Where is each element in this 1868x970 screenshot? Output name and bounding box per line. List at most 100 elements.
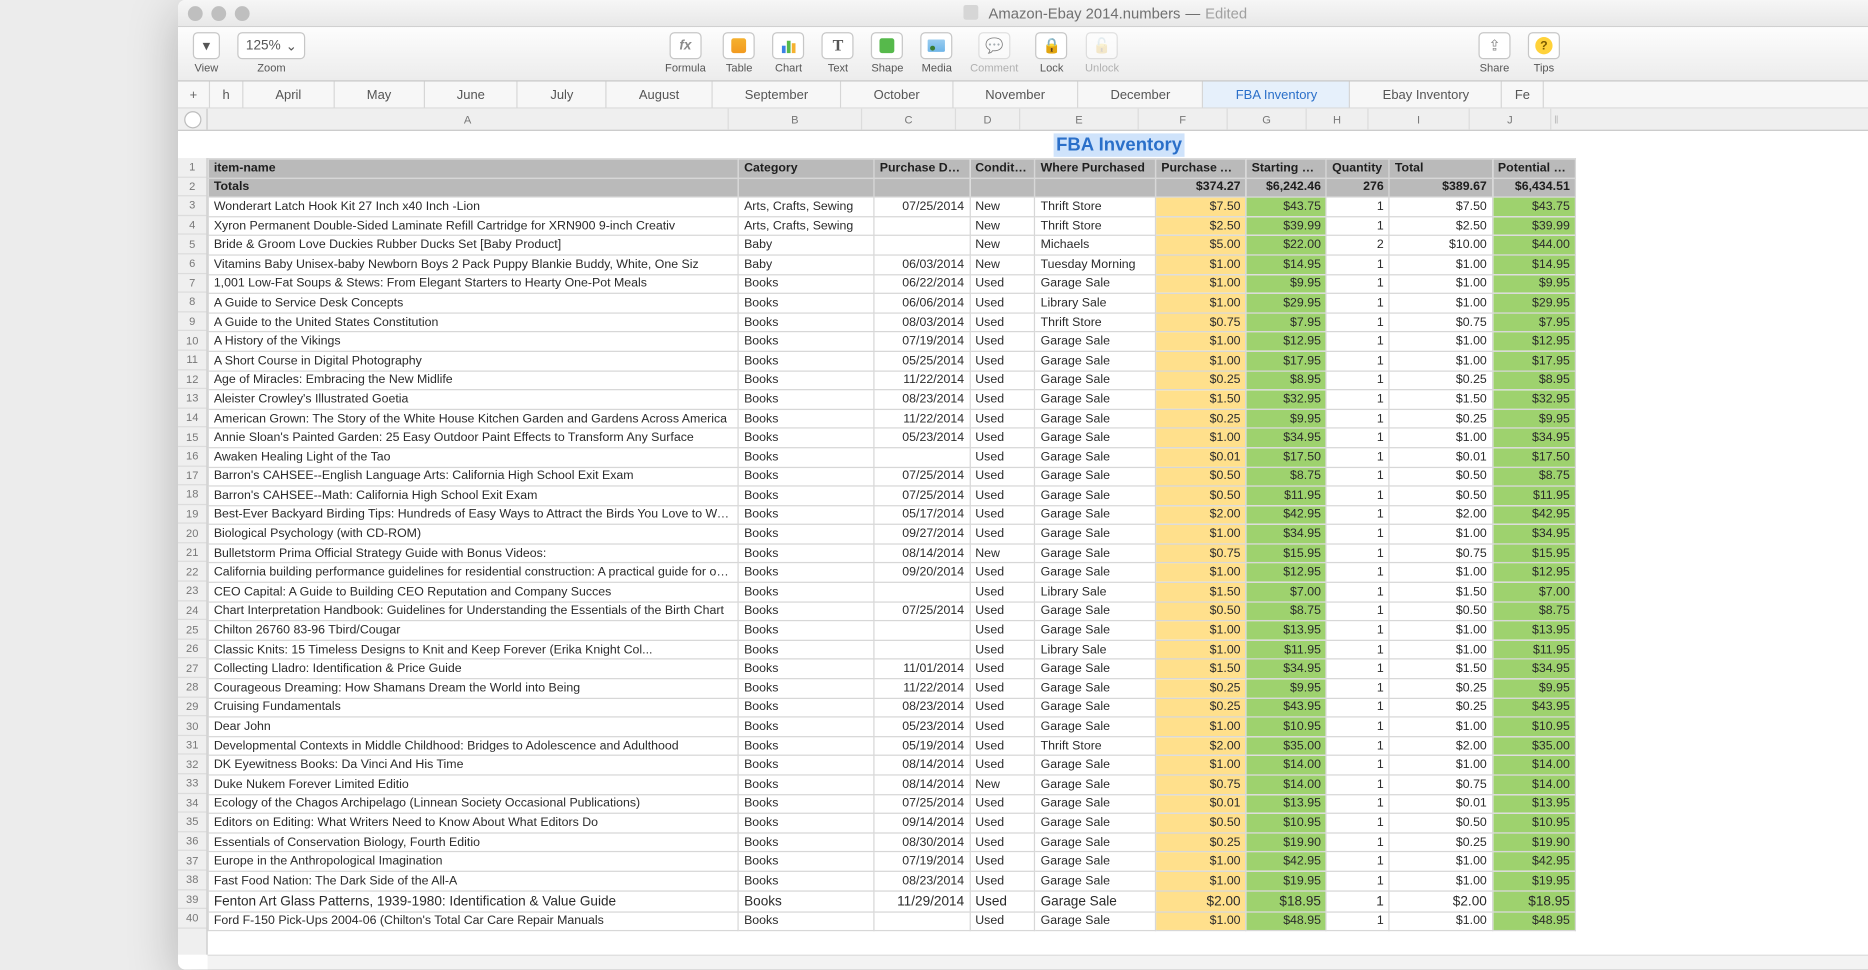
cell[interactable]: Chart Interpretation Handbook: Guideline… xyxy=(208,602,738,621)
cell[interactable]: $7.50 xyxy=(1156,197,1246,216)
cell[interactable]: $10.95 xyxy=(1492,813,1575,832)
cell[interactable]: 1 xyxy=(1327,486,1390,505)
cell[interactable]: Garage Sale xyxy=(1035,371,1156,390)
cell[interactable]: $17.50 xyxy=(1246,448,1326,467)
cell[interactable]: 1 xyxy=(1327,274,1390,293)
cell[interactable]: $0.75 xyxy=(1156,544,1246,563)
cell[interactable]: $43.75 xyxy=(1492,197,1575,216)
cell[interactable]: $0.01 xyxy=(1389,794,1492,813)
cell[interactable]: Books xyxy=(739,351,875,370)
cell[interactable] xyxy=(874,640,969,659)
cell[interactable]: $1.00 xyxy=(1389,274,1492,293)
cell[interactable]: Books xyxy=(739,794,875,813)
table-row[interactable]: Biological Psychology (with CD-ROM)Books… xyxy=(208,525,1575,544)
select-all-handle[interactable] xyxy=(184,111,201,128)
cell[interactable]: 08/14/2014 xyxy=(874,756,969,775)
cell[interactable]: 1 xyxy=(1327,351,1390,370)
table-row[interactable]: Awaken Healing Light of the TaoBooksUsed… xyxy=(208,448,1575,467)
cell[interactable]: $11.95 xyxy=(1492,640,1575,659)
cell[interactable]: Garage Sale xyxy=(1035,467,1156,486)
row-header[interactable]: 27 xyxy=(178,659,206,678)
cell[interactable]: $34.95 xyxy=(1246,428,1326,447)
cell[interactable]: New xyxy=(970,236,1035,255)
table-row[interactable]: Editors on Editing: What Writers Need to… xyxy=(208,813,1575,832)
cell[interactable]: Books xyxy=(739,621,875,640)
cell[interactable]: $1.00 xyxy=(1156,563,1246,582)
cell[interactable]: $0.50 xyxy=(1389,813,1492,832)
table-row[interactable]: Chart Interpretation Handbook: Guideline… xyxy=(208,602,1575,621)
table-row[interactable]: Ford F-150 Pick-Ups 2004-06 (Chilton's T… xyxy=(208,912,1575,931)
cell[interactable]: Fast Food Nation: The Dark Side of the A… xyxy=(208,871,738,890)
cell[interactable]: Used xyxy=(970,891,1035,912)
table-row[interactable]: Bride & Groom Love Duckies Rubber Ducks … xyxy=(208,236,1575,255)
cell[interactable]: Courageous Dreaming: How Shamans Dream t… xyxy=(208,679,738,698)
cell[interactable]: Used xyxy=(970,833,1035,852)
column-header[interactable]: J xyxy=(1470,109,1552,130)
cell[interactable]: Used xyxy=(970,794,1035,813)
cell[interactable]: $42.95 xyxy=(1492,505,1575,524)
cell[interactable]: Garage Sale xyxy=(1035,871,1156,890)
cell[interactable]: $0.25 xyxy=(1156,679,1246,698)
cell[interactable]: $13.95 xyxy=(1246,621,1326,640)
cell[interactable]: Used xyxy=(970,659,1035,678)
sheet-tab[interactable]: Ebay Inventory xyxy=(1351,82,1503,108)
row-header[interactable]: 28 xyxy=(178,678,206,697)
table-row[interactable]: Cruising FundamentalsBooks08/23/2014Used… xyxy=(208,698,1575,717)
chart-button[interactable]: Chart xyxy=(768,30,810,77)
row-header[interactable]: 6 xyxy=(178,254,206,273)
cell[interactable]: $1.00 xyxy=(1156,332,1246,351)
close-icon[interactable] xyxy=(188,6,203,21)
sheet-tab[interactable]: May xyxy=(335,82,425,108)
cell[interactable]: 1 xyxy=(1327,756,1390,775)
cell[interactable]: Used xyxy=(970,813,1035,832)
row-header[interactable]: 15 xyxy=(178,428,206,447)
cell[interactable]: Duke Nukem Forever Limited Editio xyxy=(208,775,738,794)
add-sheet-button[interactable]: + xyxy=(178,82,210,108)
cell[interactable]: $2.00 xyxy=(1389,891,1492,912)
cell[interactable]: Aleister Crowley's Illustrated Goetia xyxy=(208,390,738,409)
row-header[interactable]: 21 xyxy=(178,543,206,562)
cell[interactable]: $7.50 xyxy=(1389,197,1492,216)
cell[interactable]: $9.95 xyxy=(1246,274,1326,293)
cell[interactable]: 09/20/2014 xyxy=(874,563,969,582)
cell[interactable]: 08/14/2014 xyxy=(874,775,969,794)
cell[interactable]: Used xyxy=(970,852,1035,871)
cell[interactable]: Barron's CAHSEE--Math: California High S… xyxy=(208,486,738,505)
cell[interactable]: 08/14/2014 xyxy=(874,544,969,563)
cell[interactable]: Used xyxy=(970,756,1035,775)
cell[interactable]: 1 xyxy=(1327,891,1390,912)
cell[interactable]: $0.25 xyxy=(1389,698,1492,717)
cell[interactable]: $0.25 xyxy=(1389,679,1492,698)
column-header[interactable]: C xyxy=(862,109,956,130)
cell[interactable]: Books xyxy=(739,736,875,755)
cell[interactable]: Books xyxy=(739,912,875,931)
cell[interactable]: $34.95 xyxy=(1492,659,1575,678)
cell[interactable]: $1.00 xyxy=(1156,525,1246,544)
row-header[interactable]: 26 xyxy=(178,640,206,659)
cell[interactable]: $1.00 xyxy=(1156,428,1246,447)
cell[interactable]: Awaken Healing Light of the Tao xyxy=(208,448,738,467)
cell[interactable]: $18.95 xyxy=(1246,891,1326,912)
cell[interactable]: Garage Sale xyxy=(1035,274,1156,293)
table-row[interactable]: Age of Miracles: Embracing the New Midli… xyxy=(208,371,1575,390)
table-row[interactable]: Bulletstorm Prima Official Strategy Guid… xyxy=(208,544,1575,563)
cell[interactable]: $19.95 xyxy=(1492,871,1575,890)
cell[interactable]: Used xyxy=(970,525,1035,544)
cell[interactable]: Books xyxy=(739,640,875,659)
cell[interactable]: $11.95 xyxy=(1246,640,1326,659)
cell[interactable]: $1.00 xyxy=(1156,756,1246,775)
cell[interactable] xyxy=(874,236,969,255)
cell[interactable]: $14.00 xyxy=(1492,756,1575,775)
cell[interactable]: 1 xyxy=(1327,621,1390,640)
cell[interactable]: Books xyxy=(739,467,875,486)
cell[interactable]: Garage Sale xyxy=(1035,833,1156,852)
cell[interactable]: $2.00 xyxy=(1389,505,1492,524)
cell[interactable]: Biological Psychology (with CD-ROM) xyxy=(208,525,738,544)
cell[interactable]: Used xyxy=(970,912,1035,931)
cell[interactable]: Garage Sale xyxy=(1035,659,1156,678)
cell[interactable]: 07/25/2014 xyxy=(874,794,969,813)
cell[interactable]: $1.00 xyxy=(1389,255,1492,274)
cell[interactable]: $10.00 xyxy=(1389,236,1492,255)
cell[interactable]: Baby xyxy=(739,236,875,255)
cell[interactable]: $0.75 xyxy=(1389,544,1492,563)
